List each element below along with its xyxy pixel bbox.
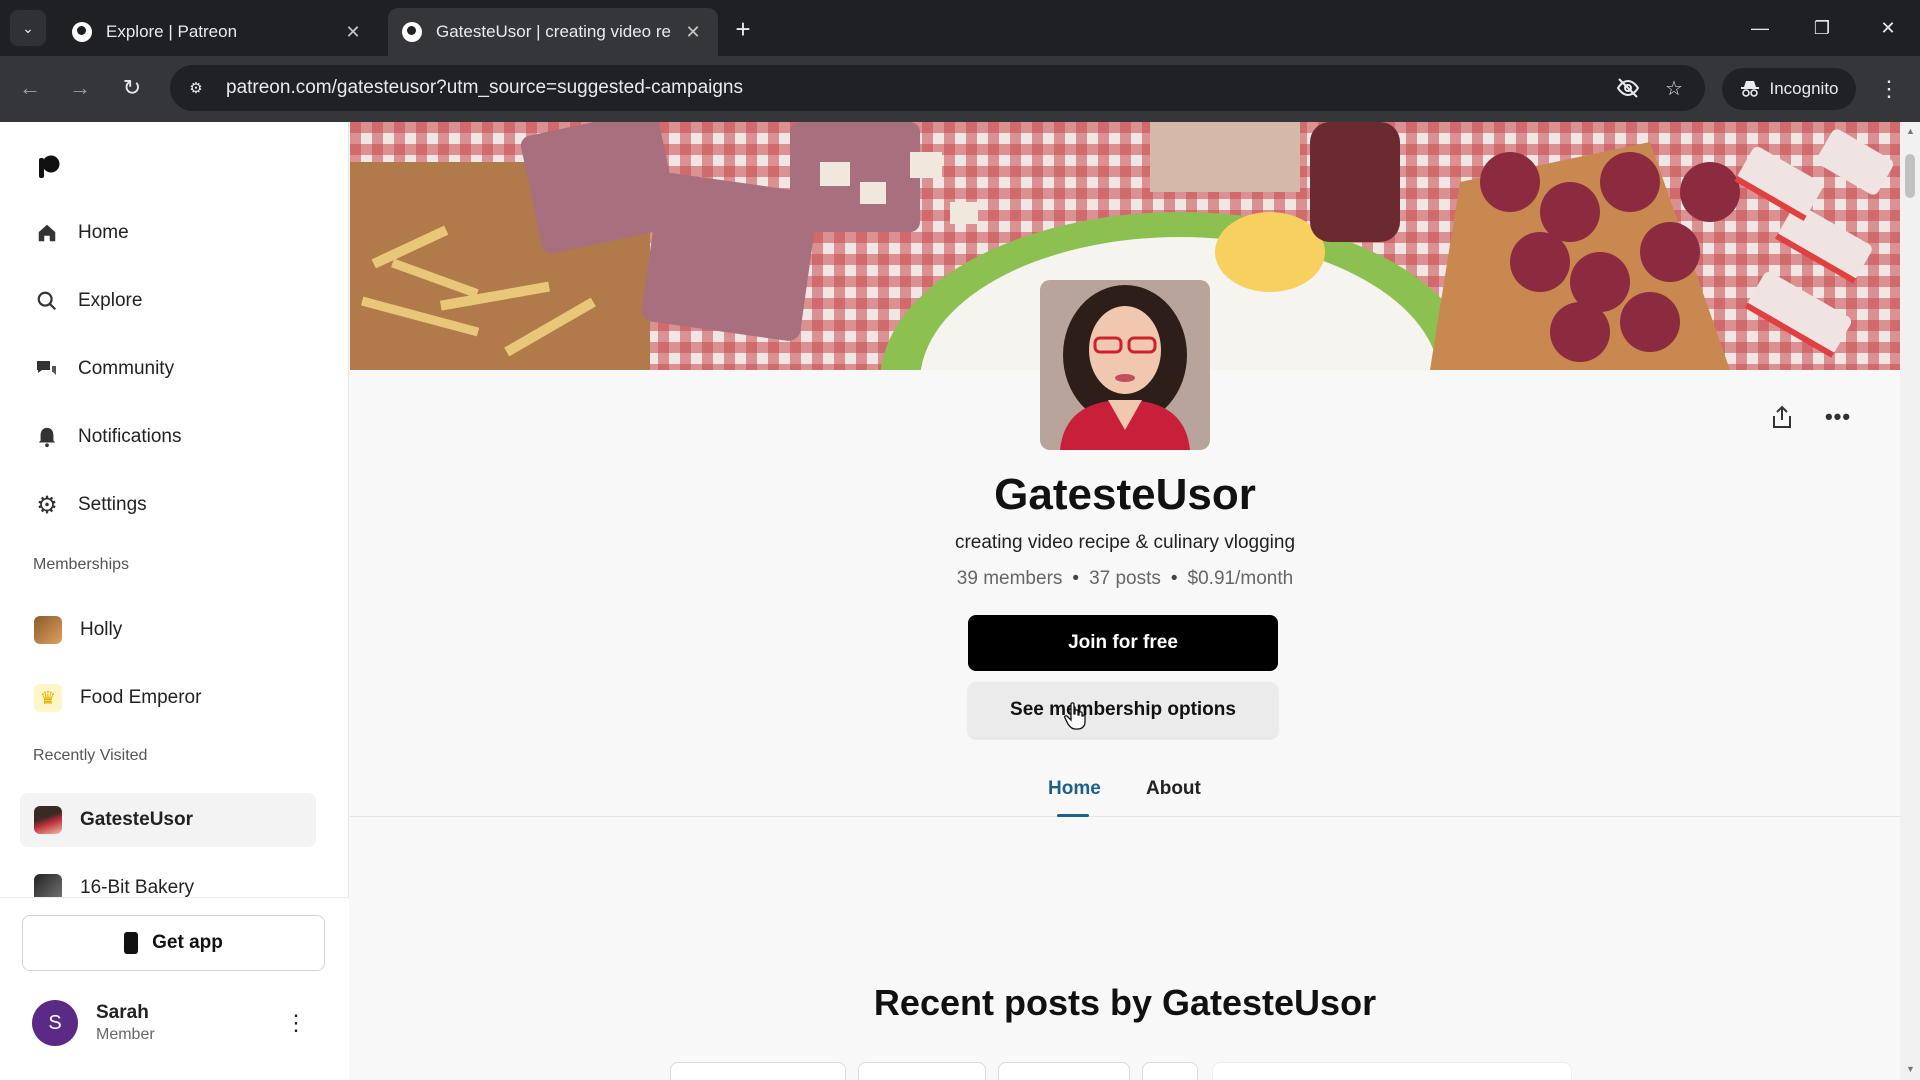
sidebar-item-home[interactable]: Home: [24, 209, 324, 257]
sidebar-item-label: GatesteUsor: [80, 809, 193, 830]
creator-stats: 39 members • 37 posts • $0.91/month: [956, 568, 1294, 589]
posts-count: 37 posts: [1089, 568, 1161, 589]
browser-tab-explore[interactable]: Explore | Patreon ✕: [58, 8, 378, 56]
tab-search-button[interactable]: ⌄: [10, 10, 46, 46]
minimize-icon[interactable]: —: [1740, 12, 1780, 44]
phone-icon: [124, 932, 139, 954]
recent-posts-heading: Recent posts by GatesteUsor: [873, 982, 1377, 1023]
scrollbar-thumb[interactable]: [1905, 154, 1915, 198]
browser-toolbar: ← → ↻ ⚙ patreon.com/gatesteusor?utm_sour…: [0, 56, 1920, 122]
site-info-icon[interactable]: ⚙: [184, 76, 208, 100]
search-icon: [34, 288, 60, 314]
hand-cursor-icon: [1064, 702, 1086, 730]
url-text[interactable]: patreon.com/gatesteusor?utm_source=sugge…: [226, 77, 1613, 99]
creator-name: GatesteUsor: [994, 470, 1256, 519]
bell-icon: [34, 424, 60, 450]
chat-icon: [34, 356, 60, 382]
user-name: Sarah: [96, 1002, 149, 1023]
more-horizontal-icon[interactable]: •••: [1820, 400, 1856, 434]
user-profile[interactable]: S Sarah Member ⋮: [32, 998, 322, 1048]
incognito-badge[interactable]: Incognito: [1722, 68, 1856, 110]
avatar: S: [32, 1000, 78, 1046]
post-card[interactable]: [858, 1062, 986, 1080]
restore-icon[interactable]: ❐: [1802, 12, 1842, 44]
new-tab-button[interactable]: +: [728, 14, 758, 44]
close-icon[interactable]: ✕: [342, 21, 364, 43]
sidebar-item-label: Notifications: [78, 426, 182, 447]
avatar: [34, 806, 62, 834]
post-card[interactable]: [670, 1062, 846, 1080]
tab-about[interactable]: About: [1146, 778, 1201, 800]
sidebar-item-label: Food Emperor: [80, 687, 202, 708]
browser-tab-gatesteusor[interactable]: GatesteUsor | creating video re ✕: [388, 8, 718, 56]
sidebar-item-label: Holly: [80, 619, 123, 640]
sidebar-item-food-emperor[interactable]: ♛ Food Emperor: [20, 671, 316, 725]
see-membership-options-button[interactable]: See membership options: [968, 682, 1278, 738]
members-count: 39 members: [956, 568, 1063, 589]
sidebar-item-holly[interactable]: Holly: [20, 603, 316, 657]
scroll-up-icon[interactable]: ▲: [1906, 126, 1915, 136]
sidebar: Home Explore Community Notifications ⚙ S…: [0, 122, 349, 1080]
browser-menu-icon[interactable]: ⋮: [1874, 72, 1904, 106]
monthly-price: $0.91/month: [1187, 568, 1294, 589]
incognito-icon: [1740, 81, 1759, 97]
creator-avatar[interactable]: [1040, 280, 1210, 450]
sidebar-item-notifications[interactable]: Notifications: [24, 413, 324, 461]
avatar: [34, 616, 62, 644]
sidebar-item-label: Home: [78, 222, 129, 243]
star-icon[interactable]: ☆: [1659, 73, 1689, 103]
gear-icon: ⚙: [36, 491, 58, 519]
sidebar-item-explore[interactable]: Explore: [24, 277, 324, 325]
sidebar-item-label: 16-Bit Bakery: [80, 877, 195, 898]
get-app-label: Get app: [152, 932, 223, 953]
share-icon[interactable]: [1765, 400, 1799, 434]
page-scrollbar[interactable]: ▲ ▼: [1900, 122, 1920, 1080]
user-role: Member: [96, 1026, 155, 1043]
tab-title: GatesteUsor | creating video re: [436, 22, 671, 41]
main-content: ••• GatesteUsor creating video recipe & …: [350, 122, 1900, 1080]
address-bar[interactable]: ⚙ patreon.com/gatesteusor?utm_source=sug…: [170, 65, 1705, 111]
creator-tagline: creating video recipe & culinary vloggin…: [954, 532, 1296, 553]
reload-icon[interactable]: ↻: [114, 70, 150, 106]
forward-icon[interactable]: →: [62, 70, 98, 106]
post-card[interactable]: [1212, 1062, 1572, 1080]
scroll-down-icon[interactable]: ▼: [1906, 1064, 1915, 1074]
tab-home[interactable]: Home: [1048, 778, 1101, 800]
sidebar-item-label: Explore: [78, 290, 143, 311]
more-vertical-icon[interactable]: ⋮: [284, 1008, 308, 1038]
post-card[interactable]: [1142, 1062, 1198, 1080]
window-close-icon[interactable]: ✕: [1868, 12, 1908, 44]
sidebar-item-gatesteusor[interactable]: GatesteUsor: [20, 793, 316, 847]
memberships-heading: Memberships: [33, 556, 130, 573]
sidebar-item-settings[interactable]: ⚙ Settings: [24, 481, 324, 529]
join-for-free-button[interactable]: Join for free: [968, 615, 1278, 671]
sidebar-item-community[interactable]: Community: [24, 345, 324, 393]
avatar: ♛: [34, 684, 62, 712]
incognito-label: Incognito: [1769, 79, 1839, 98]
patreon-favicon-icon: [72, 22, 92, 42]
eye-off-icon[interactable]: [1613, 73, 1643, 103]
get-app-button[interactable]: Get app: [22, 915, 325, 971]
sidebar-footer: Get app S Sarah Member ⋮: [0, 897, 349, 1080]
patreon-favicon-icon: [402, 22, 422, 42]
patreon-logo[interactable]: [36, 154, 62, 180]
browser-tab-bar: ⌄ Explore | Patreon ✕ GatesteUsor | crea…: [0, 0, 1920, 56]
tab-divider: [350, 816, 1900, 817]
back-icon[interactable]: ←: [12, 70, 48, 106]
post-card[interactable]: [998, 1062, 1130, 1080]
tab-title: Explore | Patreon: [106, 22, 238, 41]
active-tab-indicator: [1057, 814, 1089, 817]
close-icon[interactable]: ✕: [682, 21, 704, 43]
sidebar-item-label: Settings: [78, 494, 147, 515]
home-icon: [34, 220, 60, 246]
sidebar-item-label: Community: [78, 358, 175, 379]
recently-visited-heading: Recently Visited: [33, 747, 148, 764]
